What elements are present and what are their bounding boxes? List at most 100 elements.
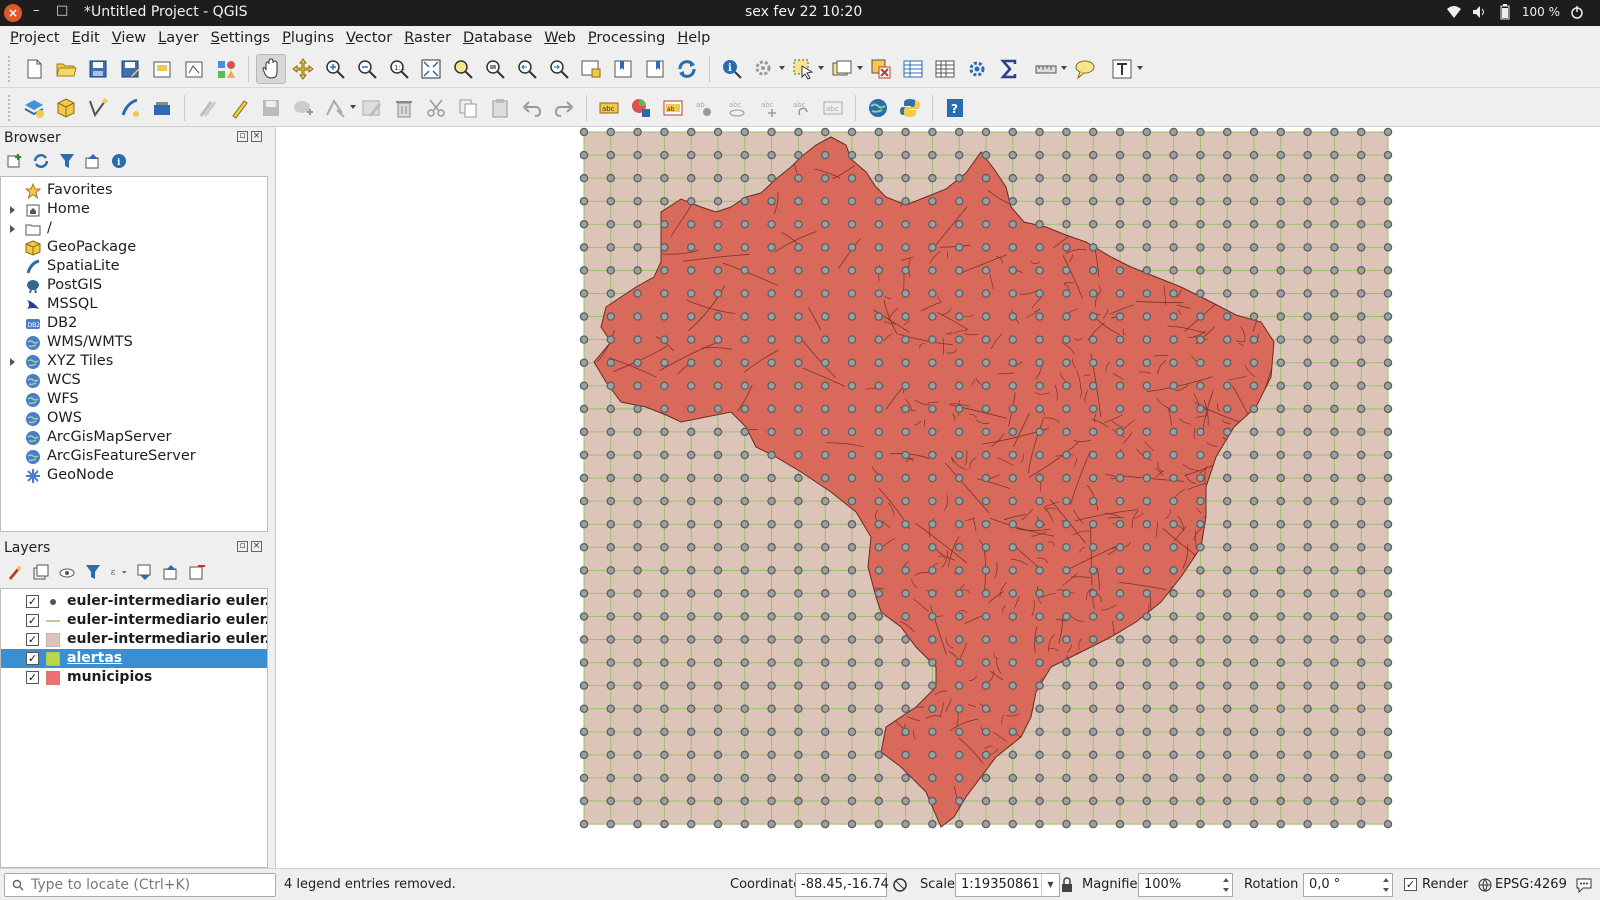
browser-item-postgis[interactable]: PostGIS [1, 276, 267, 295]
toolbox-button[interactable] [930, 54, 960, 84]
volume-icon[interactable] [1472, 5, 1488, 19]
layer-visibility-checkbox[interactable]: ✓ [26, 633, 39, 646]
menu-layer[interactable]: Layer [152, 30, 204, 46]
filter-legend-icon[interactable] [84, 563, 102, 581]
pan-to-selection-button[interactable] [288, 54, 318, 84]
layer-visibility-checkbox[interactable]: ✓ [26, 614, 39, 627]
layer-item[interactable]: ✓ municipios [1, 668, 267, 687]
refresh-icon[interactable] [32, 152, 50, 170]
window-minimize-button[interactable]: – [33, 3, 40, 18]
expand-arrow-icon[interactable] [10, 206, 15, 214]
pin-labels-button[interactable]: ab [690, 93, 720, 123]
crs-globe-icon[interactable] [1478, 878, 1492, 892]
deselect-all-button[interactable] [866, 54, 896, 84]
battery-icon[interactable] [1498, 4, 1512, 20]
magnifier-spinbox[interactable]: 100% [1138, 873, 1233, 897]
toolbar-grip[interactable] [8, 55, 12, 82]
layer-item[interactable]: ✓ alertas [1, 649, 267, 668]
layers-tree[interactable]: ✓ euler-intermediario euler... ✓ euler-inte… [0, 588, 268, 868]
current-edits-button[interactable] [192, 93, 222, 123]
crs-button[interactable]: EPSG:4269 [1495, 877, 1567, 892]
layout-manager-button[interactable] [179, 54, 209, 84]
save-edits-button[interactable] [256, 93, 286, 123]
lock-icon[interactable] [1060, 877, 1074, 893]
browser-item-favorites[interactable]: Favorites [1, 181, 267, 200]
remove-layer-icon[interactable] [188, 563, 206, 581]
layer-item[interactable]: ✓ euler-intermediario euler... [1, 592, 267, 611]
close-panel-icon[interactable]: × [251, 131, 262, 142]
show-bookmarks-button[interactable] [640, 54, 670, 84]
browser-item-geopackage[interactable]: GeoPackage [1, 238, 267, 257]
toggle-editing-button[interactable] [224, 93, 254, 123]
menu-plugins[interactable]: Plugins [276, 30, 340, 46]
browser-item-home[interactable]: Home [1, 200, 267, 219]
layer-visibility-checkbox[interactable]: ✓ [26, 652, 39, 665]
add-feature-button[interactable] [288, 93, 318, 123]
globe-plugin-button[interactable] [863, 93, 893, 123]
menu-settings[interactable]: Settings [205, 30, 277, 46]
browser-item-wms-wmts[interactable]: WMS/WMTS [1, 333, 267, 352]
new-spatialite-button[interactable] [115, 93, 145, 123]
info-icon[interactable]: i [110, 152, 128, 170]
browser-item-root[interactable]: / [1, 219, 267, 238]
redo-button[interactable] [549, 93, 579, 123]
python-console-button[interactable] [895, 93, 925, 123]
open-project-button[interactable] [51, 54, 81, 84]
select-features-button[interactable] [788, 54, 824, 84]
layer-item[interactable]: ✓ euler-intermediario euler... [1, 611, 267, 630]
zoom-last-button[interactable] [512, 54, 542, 84]
toggle-extents-icon[interactable] [892, 877, 908, 893]
new-temp-layer-button[interactable] [147, 93, 177, 123]
zoom-native-button[interactable]: 1:1 [384, 54, 414, 84]
highlight-pinned-labels-button[interactable]: ab [658, 93, 688, 123]
style-paintbrush-icon[interactable] [6, 563, 24, 581]
browser-item-spatialite[interactable]: SpatiaLite [1, 257, 267, 276]
text-annotation-button[interactable] [1107, 54, 1143, 84]
browser-item-arcgismapserver[interactable]: ArcGisMapServer [1, 428, 267, 447]
new-print-layout-button[interactable] [147, 54, 177, 84]
window-close-button[interactable]: × [4, 4, 22, 22]
manage-visibility-icon[interactable] [58, 563, 76, 581]
show-hide-labels-button[interactable]: abc [722, 93, 752, 123]
new-bookmark-button[interactable] [608, 54, 638, 84]
move-label-button[interactable]: abc [754, 93, 784, 123]
new-project-button[interactable] [19, 54, 49, 84]
menu-view[interactable]: View [106, 30, 152, 46]
menu-project[interactable]: Project [4, 30, 66, 46]
browser-tree[interactable]: Favorites Home / GeoPackage SpatiaLite PostGI… [0, 176, 268, 532]
help-contents-button[interactable]: ? [940, 93, 970, 123]
cut-features-button[interactable] [421, 93, 451, 123]
layer-visibility-checkbox[interactable]: ✓ [26, 671, 39, 684]
window-maximize-button[interactable]: □ [56, 3, 68, 18]
processing-toolbox-button[interactable] [962, 54, 992, 84]
rotate-label-button[interactable]: abc [786, 93, 816, 123]
identify-features-button[interactable]: i [717, 54, 747, 84]
modify-attributes-button[interactable] [357, 93, 387, 123]
map-canvas[interactable] [275, 127, 1600, 868]
save-project-button[interactable] [83, 54, 113, 84]
messages-icon[interactable] [1575, 877, 1593, 893]
select-by-value-button[interactable] [827, 54, 863, 84]
zoom-to-selection-button[interactable] [448, 54, 478, 84]
zoom-in-button[interactable] [320, 54, 350, 84]
browser-item-wfs[interactable]: WFS [1, 390, 267, 409]
copy-features-button[interactable] [453, 93, 483, 123]
layer-diagram-button[interactable] [626, 93, 656, 123]
menu-processing[interactable]: Processing [582, 30, 671, 46]
zoom-full-button[interactable] [416, 54, 446, 84]
map-render[interactable] [276, 127, 1600, 868]
browser-item-wcs[interactable]: WCS [1, 371, 267, 390]
new-geopackage-button[interactable] [51, 93, 81, 123]
browser-item-mssql[interactable]: MSSQL [1, 295, 267, 314]
coordinate-field[interactable]: -88.45,-16.74 [795, 873, 889, 897]
delete-selected-button[interactable] [389, 93, 419, 123]
paste-features-button[interactable] [485, 93, 515, 123]
filter-expression-icon[interactable]: ε [110, 563, 128, 581]
style-manager-button[interactable] [211, 54, 241, 84]
scale-combobox[interactable]: 1:19350861 ▼ [955, 873, 1060, 897]
measure-line-button[interactable] [1031, 54, 1067, 84]
statistical-summary-button[interactable] [994, 54, 1024, 84]
browser-item-geonode[interactable]: GeoNode [1, 466, 267, 485]
undo-button[interactable] [517, 93, 547, 123]
map-tips-button[interactable] [1070, 54, 1100, 84]
